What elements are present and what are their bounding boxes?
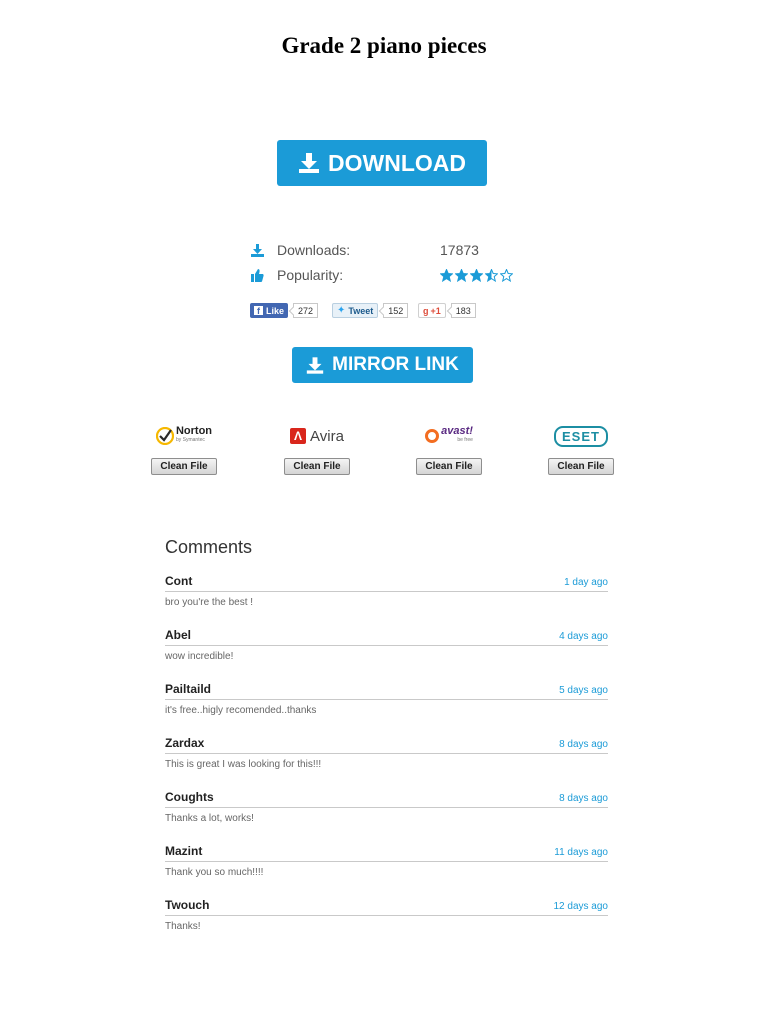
avira-umbrella-icon: Λ bbox=[290, 428, 307, 444]
comment-author: Mazint bbox=[165, 844, 203, 858]
facebook-like-count: 272 bbox=[293, 303, 319, 318]
comment-item: Cont 1 day ago bro you're the best ! bbox=[165, 574, 608, 608]
comment-header: Zardax 8 days ago bbox=[165, 736, 608, 754]
comment-time[interactable]: 11 days ago bbox=[554, 847, 608, 858]
comment-item: Twouch 12 days ago Thanks! bbox=[165, 898, 608, 932]
comment-time[interactable]: 4 days ago bbox=[559, 631, 608, 642]
page-title: Grade 2 piano pieces bbox=[281, 33, 487, 58]
download-button[interactable]: DOWNLOAD bbox=[277, 140, 487, 186]
comment-author: Abel bbox=[165, 628, 192, 642]
eset-logo: eset bbox=[547, 424, 615, 448]
download-icon bbox=[298, 153, 320, 173]
avira-name: Avira bbox=[310, 427, 344, 445]
avast-badge: avast! be free Clean File bbox=[415, 424, 483, 475]
comment-header: Twouch 12 days ago bbox=[165, 898, 608, 916]
comment-text: This is great I was looking for this!!! bbox=[165, 759, 322, 770]
download-icon bbox=[306, 356, 324, 374]
comment-text: wow incredible! bbox=[165, 651, 234, 662]
avira-badge: Λ Avira Clean File bbox=[283, 424, 351, 475]
star-icon bbox=[455, 268, 468, 282]
star-icon bbox=[470, 268, 483, 282]
comment-author: Twouch bbox=[165, 898, 210, 912]
comment-text: bro you're the best ! bbox=[165, 597, 254, 608]
eset-name: eset bbox=[554, 425, 608, 447]
facebook-share[interactable]: f Like 272 bbox=[250, 303, 319, 318]
comment-time[interactable]: 8 days ago bbox=[559, 739, 608, 750]
google-plus-icon: g bbox=[423, 305, 429, 316]
comment-time[interactable]: 5 days ago bbox=[559, 685, 608, 696]
downloads-row: Downloads: 17873 bbox=[250, 241, 479, 259]
google-plus-button[interactable]: g +1 bbox=[418, 303, 446, 318]
comment-header: Mazint 11 days ago bbox=[165, 844, 608, 862]
star-icon bbox=[440, 268, 453, 282]
facebook-icon: f bbox=[254, 306, 263, 316]
rating-stars bbox=[440, 268, 513, 282]
mirror-link-label: MIRROR LINK bbox=[332, 354, 459, 375]
tweet-button[interactable]: ✦ Tweet bbox=[332, 303, 379, 318]
download-button-label: DOWNLOAD bbox=[328, 149, 466, 176]
clean-file-button[interactable]: Clean File bbox=[151, 458, 217, 475]
download-count-icon bbox=[250, 243, 264, 257]
thumbs-up-icon bbox=[250, 268, 264, 282]
comment-author: Pailtaild bbox=[165, 682, 212, 696]
comment-text: Thanks a lot, works! bbox=[165, 813, 254, 824]
mirror-link-button[interactable]: MIRROR LINK bbox=[292, 347, 473, 383]
eset-badge: eset Clean File bbox=[547, 424, 615, 475]
avira-logo: Λ Avira bbox=[283, 424, 351, 448]
avast-sub: be free bbox=[457, 437, 473, 443]
avast-logo: avast! be free bbox=[415, 424, 483, 448]
comment-header: Coughts 8 days ago bbox=[165, 790, 608, 808]
google-plus-label: +1 bbox=[430, 305, 441, 316]
comment-text: Thank you so much!!!! bbox=[165, 867, 264, 878]
comment-header: Pailtaild 5 days ago bbox=[165, 682, 608, 700]
twitter-share[interactable]: ✦ Tweet 152 bbox=[332, 303, 409, 318]
star-icon bbox=[500, 268, 513, 282]
comment-author: Coughts bbox=[165, 790, 214, 804]
popularity-row: Popularity: bbox=[250, 266, 513, 284]
comment-header: Cont 1 day ago bbox=[165, 574, 608, 592]
norton-check-icon bbox=[155, 427, 174, 445]
downloads-label: Downloads: bbox=[277, 242, 351, 258]
google-plus-count: 183 bbox=[450, 303, 476, 318]
comment-author: Cont bbox=[165, 574, 193, 588]
comment-item: Zardax 8 days ago This is great I was look… bbox=[165, 736, 608, 770]
comment-item: Abel 4 days ago wow incredible! bbox=[165, 628, 608, 662]
comment-author: Zardax bbox=[165, 736, 205, 750]
tweet-count: 152 bbox=[383, 303, 409, 318]
star-icon bbox=[485, 268, 498, 282]
downloads-value: 17873 bbox=[440, 242, 479, 258]
comment-time[interactable]: 12 days ago bbox=[554, 901, 609, 912]
comment-item: Coughts 8 days ago Thanks a lot, works! bbox=[165, 790, 608, 824]
comment-header: Abel 4 days ago bbox=[165, 628, 608, 646]
avast-splash-icon bbox=[425, 429, 440, 443]
comment-time[interactable]: 8 days ago bbox=[559, 793, 608, 804]
comments-heading: Comments bbox=[165, 537, 253, 557]
norton-sub: by Symantec bbox=[175, 437, 205, 443]
comment-time[interactable]: 1 day ago bbox=[564, 577, 608, 588]
comment-item: Pailtaild 5 days ago it's free..higly reco… bbox=[165, 682, 608, 716]
norton-name: Norton bbox=[175, 425, 213, 437]
facebook-like-label: Like bbox=[266, 305, 285, 316]
comment-text: Thanks! bbox=[165, 921, 201, 932]
twitter-bird-icon: ✦ bbox=[337, 305, 346, 316]
clean-file-button[interactable]: Clean File bbox=[416, 458, 482, 475]
comment-item: Mazint 11 days ago Thank you so much!!!! bbox=[165, 844, 608, 878]
clean-file-button[interactable]: Clean File bbox=[284, 458, 350, 475]
avast-name: avast! bbox=[441, 425, 473, 437]
clean-file-button[interactable]: Clean File bbox=[548, 458, 614, 475]
comment-text: it's free..higly recomended..thanks bbox=[165, 705, 317, 716]
norton-logo: Norton by Symantec bbox=[150, 424, 218, 448]
norton-badge: Norton by Symantec Clean File bbox=[150, 424, 218, 475]
popularity-label: Popularity: bbox=[277, 267, 344, 283]
google-plus-share[interactable]: g +1 183 bbox=[418, 303, 476, 318]
tweet-label: Tweet bbox=[348, 305, 374, 316]
facebook-like-button[interactable]: f Like bbox=[250, 303, 289, 318]
